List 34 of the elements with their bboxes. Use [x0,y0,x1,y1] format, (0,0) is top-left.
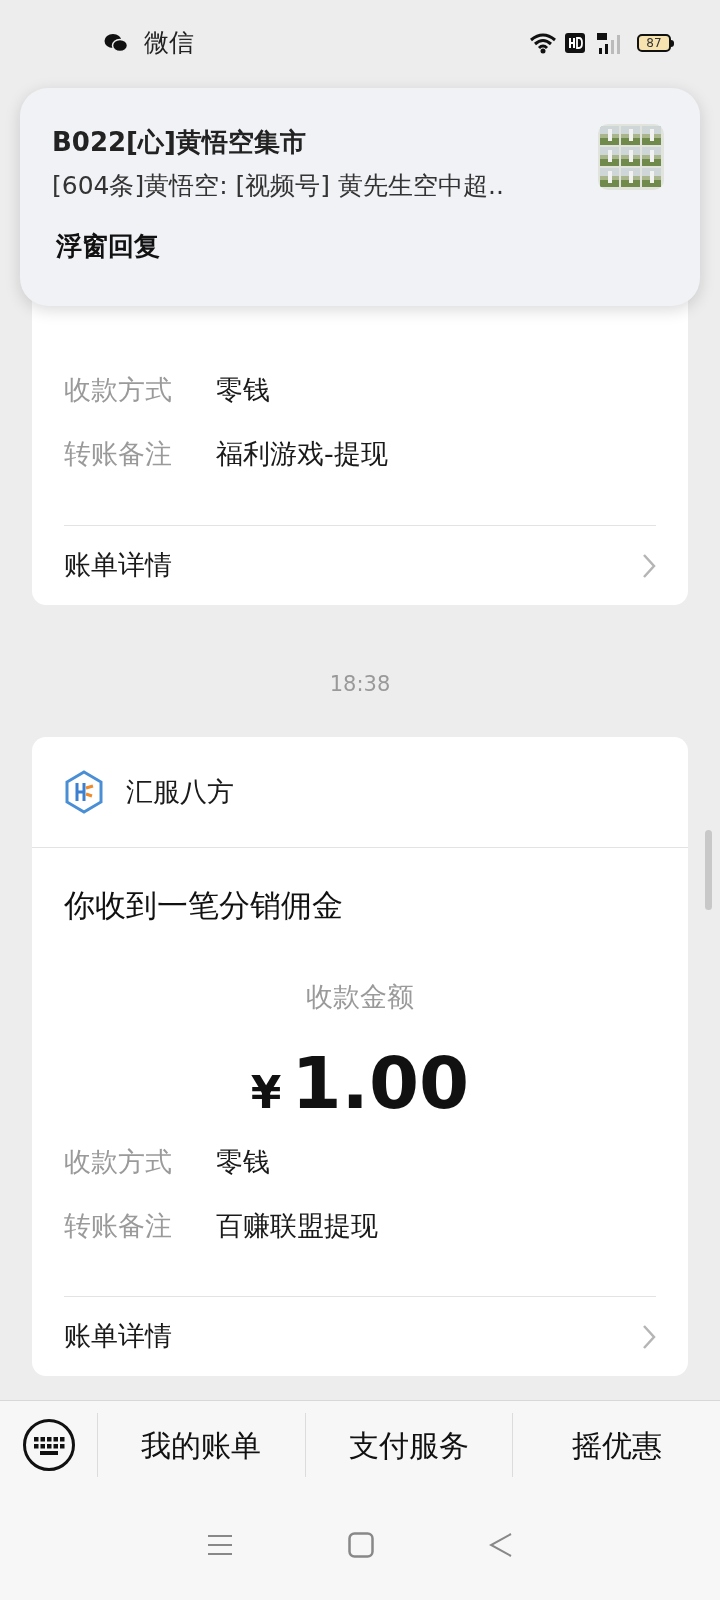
field-label: 收款方式 [64,1144,173,1179]
chat-bubbles-icon [104,33,128,53]
field-label: 转账备注 [64,436,173,471]
menu-icon[interactable] [207,1533,234,1556]
field-value: 零钱 [216,1144,270,1179]
chevron-right-icon [642,1323,656,1350]
battery-icon: 87 [637,34,674,52]
cellular-signal-icon [595,31,623,55]
keyboard-icon[interactable] [21,1418,76,1472]
bill-details-row[interactable]: 账单详情 [64,1296,656,1376]
home-square-icon[interactable] [348,1531,374,1558]
notification-title: B022[心]黄悟空集市 [52,126,307,159]
timestamp: 18:38 [329,671,391,699]
menu-button[interactable]: 我的账单 [141,1422,262,1468]
menu-button[interactable]: 摇优惠 [571,1422,662,1468]
field-value: 福利游戏-提现 [216,436,388,471]
menu-button[interactable]: 支付服务 [349,1422,469,1468]
hd-icon [565,33,585,53]
field-value: 百赚联盟提现 [216,1208,378,1243]
bill-details-row[interactable]: 账单详情 [64,525,656,605]
amount-label: 收款金额 [306,979,414,1014]
float-reply-button[interactable]: 浮窗回复 [52,228,160,264]
field-value: 零钱 [216,372,270,407]
chevron-right-icon [642,552,656,579]
card-title: 你收到一笔分销佣金 [64,885,343,925]
merchant-name: 汇服八方 [126,774,234,809]
amount: ¥1.00 [249,1040,471,1127]
hexagon-logo-icon [64,770,104,814]
notification-message: [604条]黄悟空: [视频号] 黄先生空中超.. [52,170,505,202]
wifi-icon [529,32,557,54]
notification-banner[interactable]: B022[心]黄悟空集市 [604条]黄悟空: [视频号] 黄先生空中超.. 浮窗回复 [20,88,700,306]
field-label: 转账备注 [64,1208,173,1243]
field-label: 收款方式 [64,372,173,407]
app-name: 微信 [144,27,194,60]
